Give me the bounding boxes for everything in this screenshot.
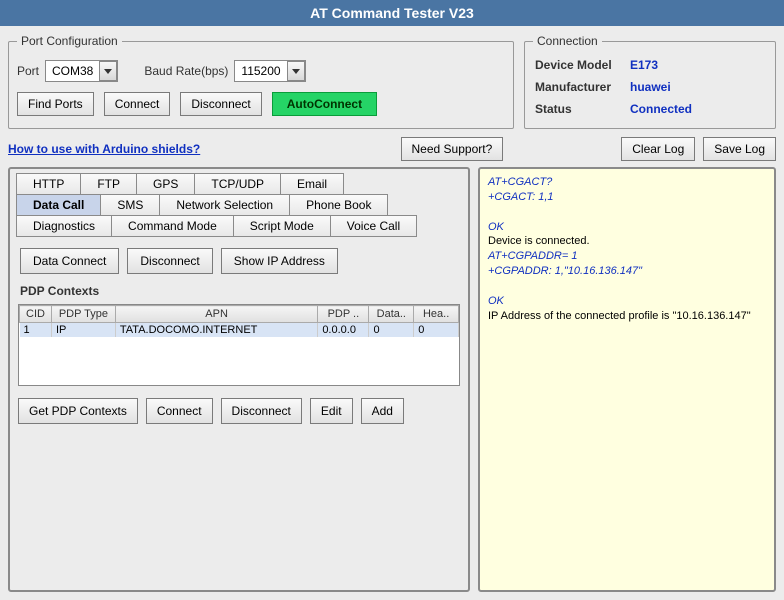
log-line: IP Address of the connected profile is "… <box>488 309 766 324</box>
data-connect-button[interactable]: Data Connect <box>20 248 119 274</box>
port-config-legend: Port Configuration <box>17 34 122 48</box>
col-header[interactable]: APN <box>115 306 317 323</box>
col-header[interactable]: Hea.. <box>414 306 459 323</box>
tab-network-selection[interactable]: Network Selection <box>159 194 290 216</box>
edit-button[interactable]: Edit <box>310 398 353 424</box>
col-header[interactable]: PDP .. <box>318 306 369 323</box>
table-row[interactable]: 1IPTATA.DOCOMO.INTERNET0.0.0.000 <box>20 323 459 338</box>
tabs-row-2: Data CallSMSNetwork SelectionPhone Book <box>16 194 462 215</box>
pdp-connect-button[interactable]: Connect <box>146 398 213 424</box>
log-line <box>488 279 766 294</box>
cell: IP <box>51 323 115 338</box>
tab-ftp[interactable]: FTP <box>80 173 137 195</box>
save-log-button[interactable]: Save Log <box>703 137 776 161</box>
tab-script-mode[interactable]: Script Mode <box>233 215 331 237</box>
log-line: +CGPADDR: 1,"10.16.136.147" <box>488 264 766 279</box>
log-line: +CGACT: 1,1 <box>488 190 766 205</box>
cell: 0 <box>414 323 459 338</box>
chevron-down-icon[interactable] <box>99 61 117 81</box>
device-model-label: Device Model <box>535 58 630 72</box>
show-ip-button[interactable]: Show IP Address <box>221 248 338 274</box>
device-model-value: E173 <box>630 58 765 72</box>
port-select[interactable]: COM38 <box>45 60 118 82</box>
pdp-contexts-label: PDP Contexts <box>20 284 462 298</box>
need-support-button[interactable]: Need Support? <box>401 137 504 161</box>
col-header[interactable]: Data.. <box>369 306 414 323</box>
status-label: Status <box>535 102 630 116</box>
log-line: OK <box>488 220 766 235</box>
col-header[interactable]: PDP Type <box>51 306 115 323</box>
pdp-table[interactable]: CIDPDP TypeAPNPDP ..Data..Hea.. 1IPTATA.… <box>18 304 460 386</box>
port-label: Port <box>17 64 39 78</box>
tab-diagnostics[interactable]: Diagnostics <box>16 215 112 237</box>
cell: 1 <box>20 323 52 338</box>
port-value: COM38 <box>46 64 99 78</box>
status-value: Connected <box>630 102 765 116</box>
tab-gps[interactable]: GPS <box>136 173 195 195</box>
log-line: AT+CGACT? <box>488 175 766 190</box>
disconnect-button[interactable]: Disconnect <box>180 92 261 116</box>
get-pdp-button[interactable]: Get PDP Contexts <box>18 398 138 424</box>
manufacturer-value: huawei <box>630 80 765 94</box>
port-config-group: Port Configuration Port COM38 Baud Rate(… <box>8 34 514 129</box>
add-button[interactable]: Add <box>361 398 404 424</box>
find-ports-button[interactable]: Find Ports <box>17 92 94 116</box>
log-line: Device is connected. <box>488 234 766 249</box>
arduino-link[interactable]: How to use with Arduino shields? <box>8 142 200 156</box>
title-bar: AT Command Tester V23 <box>0 0 784 26</box>
tab-sms[interactable]: SMS <box>100 194 160 216</box>
log-output: AT+CGACT?+CGACT: 1,1 OKDevice is connect… <box>488 175 766 323</box>
tab-email[interactable]: Email <box>280 173 344 195</box>
col-header[interactable]: CID <box>20 306 52 323</box>
chevron-down-icon[interactable] <box>287 61 305 81</box>
tab-phone-book[interactable]: Phone Book <box>289 194 388 216</box>
log-line <box>488 205 766 220</box>
tab-command-mode[interactable]: Command Mode <box>111 215 234 237</box>
manufacturer-label: Manufacturer <box>535 80 630 94</box>
cell: 0 <box>369 323 414 338</box>
data-disconnect-button[interactable]: Disconnect <box>127 248 212 274</box>
log-line: AT+CGPADDR= 1 <box>488 249 766 264</box>
tabs-row-3: DiagnosticsCommand ModeScript ModeVoice … <box>16 215 462 236</box>
baud-select[interactable]: 115200 <box>234 60 305 82</box>
log-panel[interactable]: AT+CGACT?+CGACT: 1,1 OKDevice is connect… <box>478 167 776 592</box>
app-title: AT Command Tester V23 <box>310 5 474 21</box>
autoconnect-button[interactable]: AutoConnect <box>272 92 377 116</box>
tab-voice-call[interactable]: Voice Call <box>330 215 417 237</box>
tab-http[interactable]: HTTP <box>16 173 81 195</box>
log-line: OK <box>488 294 766 309</box>
tab-tcp-udp[interactable]: TCP/UDP <box>194 173 281 195</box>
tab-data-call[interactable]: Data Call <box>16 194 101 216</box>
pdp-disconnect-button[interactable]: Disconnect <box>221 398 302 424</box>
cell: TATA.DOCOMO.INTERNET <box>115 323 317 338</box>
baud-label: Baud Rate(bps) <box>144 64 228 78</box>
baud-value: 115200 <box>235 64 286 78</box>
cell: 0.0.0.0 <box>318 323 369 338</box>
tabs-row-1: HTTPFTPGPSTCP/UDPEmail <box>16 173 462 194</box>
left-panel: HTTPFTPGPSTCP/UDPEmail Data CallSMSNetwo… <box>8 167 470 592</box>
connection-group: Connection Device Model E173 Manufacture… <box>524 34 776 129</box>
connection-legend: Connection <box>533 34 602 48</box>
clear-log-button[interactable]: Clear Log <box>621 137 695 161</box>
connect-button[interactable]: Connect <box>104 92 171 116</box>
